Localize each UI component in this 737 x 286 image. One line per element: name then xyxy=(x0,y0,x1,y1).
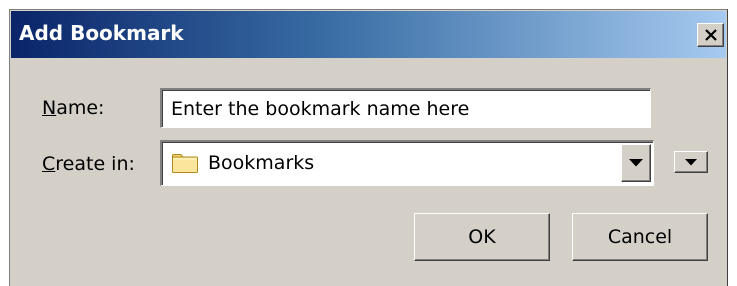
add-bookmark-dialog: Add Bookmark Name: Enter the bookmark na… xyxy=(9,9,728,286)
close-button[interactable] xyxy=(697,23,724,47)
create-in-label-rest: reate in: xyxy=(55,153,135,175)
close-x-icon xyxy=(704,29,717,41)
ok-button[interactable]: OK xyxy=(414,213,550,261)
dialog-title: Add Bookmark xyxy=(19,21,184,45)
create-in-dropdown-button[interactable] xyxy=(621,144,651,182)
create-in-select[interactable]: Bookmarks xyxy=(160,140,654,186)
expand-folder-tree-button[interactable] xyxy=(674,151,708,173)
chevron-down-icon xyxy=(685,158,697,165)
create-in-label: Create in: xyxy=(42,153,135,175)
bookmark-name-input[interactable]: Enter the bookmark name here xyxy=(160,88,651,128)
create-in-selected-value: Bookmarks xyxy=(208,152,315,174)
folder-icon xyxy=(171,153,199,178)
name-label-rest: ame: xyxy=(56,97,105,119)
chevron-down-icon xyxy=(629,159,643,167)
name-label-mnemonic: N xyxy=(42,97,57,119)
title-bar: Add Bookmark xyxy=(11,11,726,58)
cancel-button[interactable]: Cancel xyxy=(572,213,708,261)
name-label: Name: xyxy=(42,97,104,119)
create-in-label-mnemonic: C xyxy=(42,153,56,175)
